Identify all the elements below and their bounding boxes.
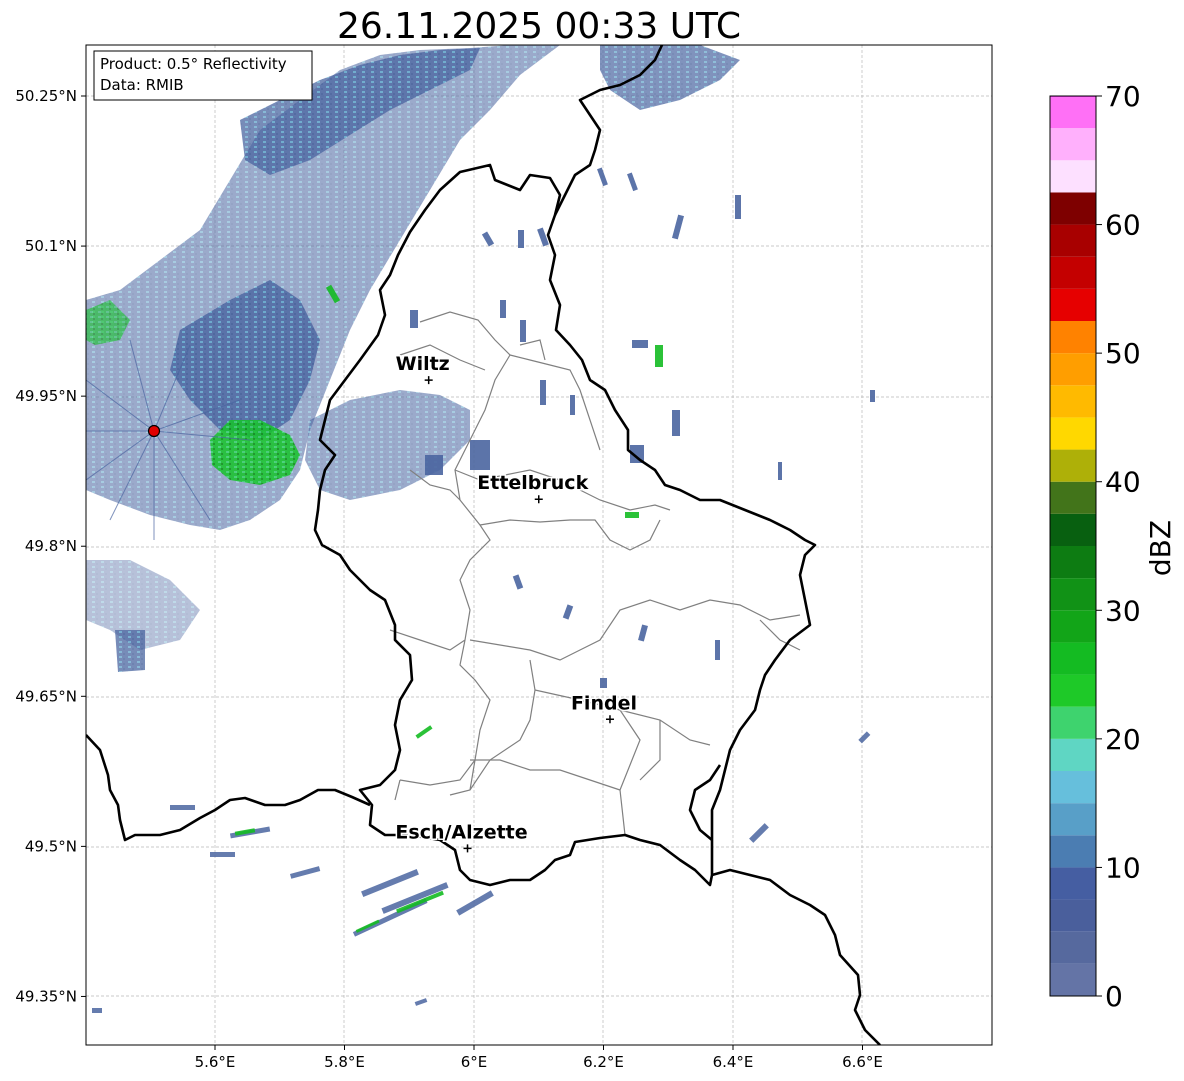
info-box: Product: 0.5° Reflectivity Data: RMIB [93,50,313,101]
lat-tick-label: 49.65°N [15,687,77,705]
colorbar-segment [1050,160,1096,193]
colorbar-segment [1050,513,1096,546]
city-label: Ettelbruck [477,472,588,494]
colorbar-segment [1050,706,1096,739]
map-area [86,45,992,1045]
colorbar-segment [1050,578,1096,611]
info-product: Product: 0.5° Reflectivity [100,55,287,73]
radar-map-figure: 26.11.2025 00:33 UTC Product: 0.5° Refle… [15,6,1177,1071]
colorbar-segment [1050,481,1096,514]
colorbar-segment [1050,417,1096,450]
colorbar-segment [1050,610,1096,643]
colorbar-tick-label: 50 [1105,337,1141,370]
colorbar-segment [1050,899,1096,932]
colorbar-segment [1050,546,1096,579]
colorbar-segment [1050,738,1096,771]
lat-tick-label: 50.25°N [15,87,77,105]
lat-tick-label: 49.8°N [25,537,77,555]
lon-tick-label: 6°E [461,1053,488,1071]
colorbar-segment [1050,803,1096,836]
lat-tick-label: 50.1°N [25,237,77,255]
city-label: Findel [571,692,637,714]
city-label: Esch/Alzette [395,821,527,843]
colorbar-segment [1050,353,1096,386]
lon-tick-label: 6.6°E [842,1053,883,1071]
colorbar-segment [1050,771,1096,804]
lon-tick-label: 5.8°E [324,1053,365,1071]
colorbar-tick-label: 70 [1105,80,1141,113]
city-label: Wiltz [396,353,450,375]
colorbar-tick-label: 20 [1105,723,1141,756]
colorbar-segment [1050,963,1096,996]
radar-site-marker [147,424,161,438]
colorbar-tick-label: 40 [1105,466,1141,499]
colorbar-segment [1050,931,1096,964]
colorbar-segment [1050,385,1096,418]
lat-tick-label: 49.95°N [15,387,77,405]
colorbar-segment [1050,192,1096,225]
lat-tick-label: 49.5°N [25,837,77,855]
lon-tick-label: 6.4°E [713,1053,754,1071]
colorbar-segment [1050,288,1096,321]
lon-tick-label: 6.2°E [583,1053,624,1071]
colorbar-segment [1050,224,1096,257]
colorbar-segment [1050,642,1096,675]
colorbar-segment [1050,256,1096,289]
colorbar-segment [1050,835,1096,868]
colorbar-label: dBZ [1144,520,1177,576]
colorbar-segment [1050,128,1096,161]
lon-axis: 5.6°E 5.8°E 6°E 6.2°E 6.4°E 6.6°E [195,1045,883,1071]
colorbar-tick-label: 30 [1105,594,1141,627]
colorbar: 0 10 20 30 40 50 60 70 [1049,80,1141,1013]
info-data: Data: RMIB [100,76,184,94]
lon-tick-label: 5.6°E [195,1053,236,1071]
colorbar-segment [1050,674,1096,707]
colorbar-segment [1050,867,1096,900]
lat-tick-label: 49.35°N [15,987,77,1005]
lat-axis: 50.25°N 50.1°N 49.95°N 49.8°N 49.65°N 49.5°N 4… [15,87,86,1005]
colorbar-tick-label: 0 [1105,980,1123,1013]
colorbar-segment [1050,96,1096,129]
colorbar-tick-label: 60 [1105,209,1141,242]
colorbar-segment [1050,321,1096,354]
colorbar-segment [1050,449,1096,482]
colorbar-tick-label: 10 [1105,851,1141,884]
map-title: 26.11.2025 00:33 UTC [337,6,741,47]
